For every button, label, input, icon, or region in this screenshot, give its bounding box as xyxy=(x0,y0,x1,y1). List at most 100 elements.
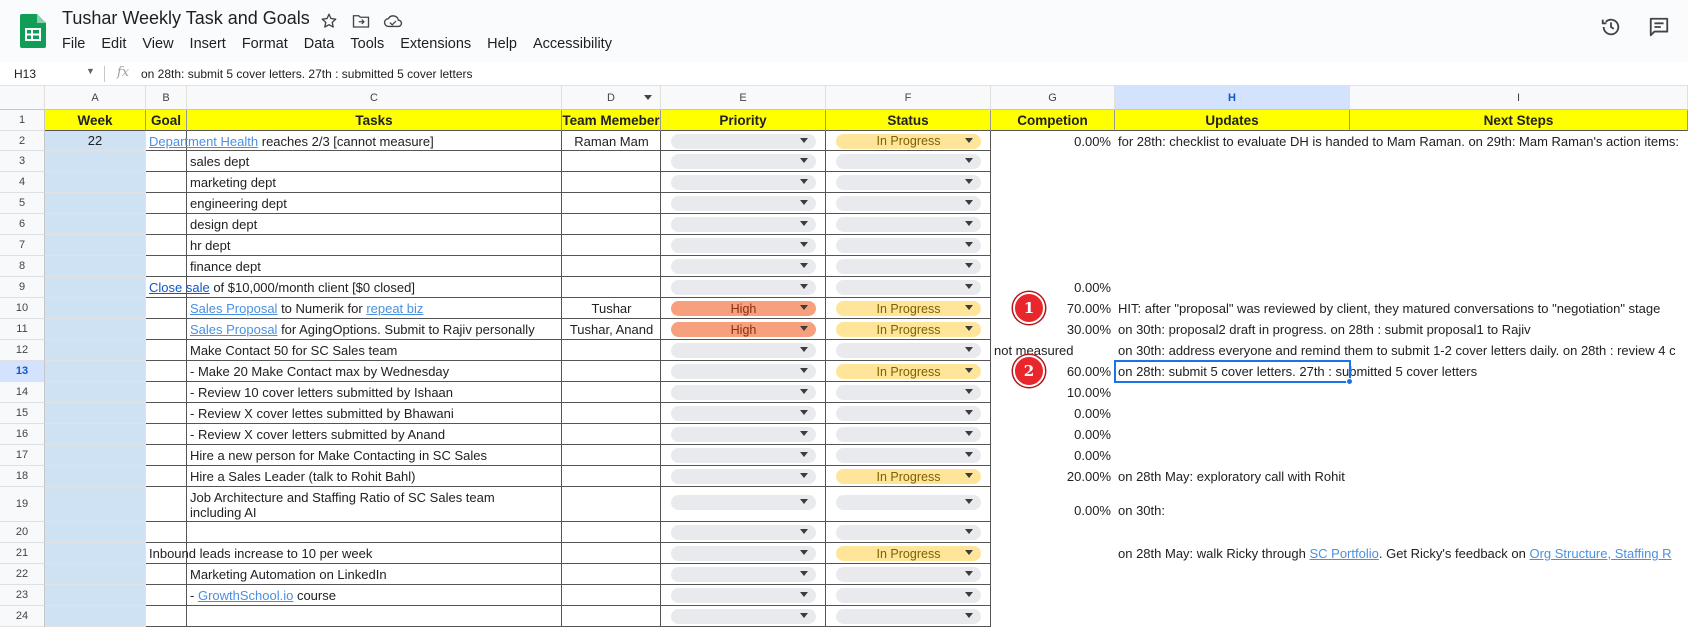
column-header-d[interactable]: D xyxy=(562,86,661,110)
grid-cell[interactable] xyxy=(562,424,661,445)
chevron-down-icon[interactable] xyxy=(965,613,973,618)
row-header-15[interactable]: 15 xyxy=(0,403,45,424)
row-header-17[interactable]: 17 xyxy=(0,445,45,466)
priority-dropdown[interactable] xyxy=(671,259,816,274)
priority-dropdown[interactable] xyxy=(671,567,816,582)
priority-dropdown[interactable] xyxy=(671,217,816,232)
grid-cell[interactable] xyxy=(146,445,187,466)
chevron-down-icon[interactable] xyxy=(800,389,808,394)
completion-cell[interactable]: 60.00% xyxy=(991,361,1115,382)
name-box[interactable]: H13 xyxy=(14,67,36,81)
column-header-e[interactable]: E xyxy=(661,86,826,110)
chevron-down-icon[interactable] xyxy=(800,137,808,143)
chevron-down-icon[interactable] xyxy=(965,326,973,331)
updates-cell[interactable]: on 30th: proposal2 draft in progress. on… xyxy=(1115,319,1688,340)
row-header-6[interactable]: 6 xyxy=(0,214,45,235)
chevron-down-icon[interactable] xyxy=(800,200,808,205)
chevron-down-icon[interactable] xyxy=(965,571,973,576)
grid-cell[interactable] xyxy=(187,606,562,627)
grid-cell[interactable] xyxy=(562,487,661,522)
task-cell[interactable]: design dept xyxy=(187,214,562,235)
sheets-logo-icon[interactable] xyxy=(20,14,46,48)
chevron-down-icon[interactable] xyxy=(965,529,973,534)
priority-dropdown[interactable] xyxy=(671,406,816,421)
chevron-down-icon[interactable] xyxy=(965,592,973,597)
menu-extensions[interactable]: Extensions xyxy=(392,35,479,53)
row-header-20[interactable]: 20 xyxy=(0,522,45,543)
completion-cell[interactable]: 20.00% xyxy=(991,466,1115,487)
row-header-1[interactable]: 1 xyxy=(0,110,45,131)
grid-cell[interactable] xyxy=(562,235,661,256)
grid-cell[interactable] xyxy=(562,151,661,172)
priority-dropdown[interactable] xyxy=(671,427,816,442)
chevron-down-icon[interactable] xyxy=(800,452,808,457)
chevron-down-icon[interactable] xyxy=(965,137,973,143)
task-cell-row11[interactable]: Sales Proposal for AgingOptions. Submit … xyxy=(187,319,538,340)
completion-cell[interactable]: 30.00% xyxy=(991,319,1115,340)
row-header-14[interactable]: 14 xyxy=(0,382,45,403)
grid-cell[interactable] xyxy=(146,466,187,487)
chevron-down-icon[interactable] xyxy=(965,305,973,310)
chevron-down-icon[interactable] xyxy=(800,550,808,555)
status-dropdown[interactable] xyxy=(836,343,981,358)
completion-cell[interactable]: 0.00% xyxy=(991,277,1115,298)
updates-link[interactable]: Org Structure, Staffing R xyxy=(1529,546,1671,561)
updates-cell[interactable]: for 28th: checklist to evaluate DH is ha… xyxy=(1115,131,1688,151)
chevron-down-icon[interactable] xyxy=(800,410,808,415)
row-header-23[interactable]: 23 xyxy=(0,585,45,606)
priority-dropdown[interactable] xyxy=(671,343,816,358)
menu-tools[interactable]: Tools xyxy=(342,35,392,53)
status-dropdown[interactable] xyxy=(836,238,981,253)
updates-cell[interactable]: on 28th May: exploratory call with Rohit xyxy=(1115,466,1688,487)
priority-dropdown[interactable] xyxy=(671,280,816,295)
priority-dropdown[interactable] xyxy=(671,364,816,379)
grid-cell[interactable] xyxy=(562,382,661,403)
completion-cell[interactable]: 0.00% xyxy=(991,445,1115,466)
grid-cell[interactable] xyxy=(146,319,187,340)
completion-cell[interactable]: 0.00% xyxy=(991,131,1115,151)
grid-cell[interactable] xyxy=(146,298,187,319)
task-cell[interactable]: hr dept xyxy=(187,235,562,256)
updates-cell-row21[interactable]: on 28th May: walk Ricky through SC Portf… xyxy=(1115,543,1675,564)
chevron-down-icon[interactable] xyxy=(965,284,973,289)
chevron-down-icon[interactable] xyxy=(965,263,973,268)
column-header-h[interactable]: H xyxy=(1115,86,1350,110)
grid-cell[interactable] xyxy=(146,487,187,522)
history-icon[interactable] xyxy=(1600,16,1622,43)
completion-cell[interactable]: 70.00% xyxy=(991,298,1115,319)
grid-cell[interactable] xyxy=(562,403,661,424)
task-cell-row23[interactable]: - GrowthSchool.io course xyxy=(187,585,339,606)
updates-cell[interactable]: on 30th: address everyone and remind the… xyxy=(1115,340,1688,361)
row-header-21[interactable]: 21 xyxy=(0,543,45,564)
completion-cell[interactable]: 0.00% xyxy=(991,403,1115,424)
task-link[interactable]: Sales Proposal xyxy=(190,301,277,316)
chevron-down-icon[interactable] xyxy=(965,550,973,555)
grid-cell[interactable] xyxy=(146,214,187,235)
updates-link[interactable]: SC Portfolio xyxy=(1309,546,1378,561)
grid-cell[interactable] xyxy=(146,424,187,445)
row-header-8[interactable]: 8 xyxy=(0,256,45,277)
status-dropdown[interactable] xyxy=(836,448,981,463)
chevron-down-icon[interactable] xyxy=(800,305,808,310)
priority-dropdown[interactable] xyxy=(671,196,816,211)
column-header-c[interactable]: C xyxy=(187,86,562,110)
status-dropdown[interactable] xyxy=(836,259,981,274)
status-chip[interactable]: In Progress xyxy=(836,546,981,561)
chevron-down-icon[interactable] xyxy=(965,221,973,226)
chevron-down-icon[interactable] xyxy=(800,179,808,184)
row-header-12[interactable]: 12 xyxy=(0,340,45,361)
chevron-down-icon[interactable] xyxy=(965,389,973,394)
grid-cell[interactable] xyxy=(146,585,187,606)
row-header-4[interactable]: 4 xyxy=(0,172,45,193)
task-cell[interactable]: marketing dept xyxy=(187,172,562,193)
status-dropdown[interactable] xyxy=(836,525,981,540)
updates-cell[interactable]: on 30th: xyxy=(1115,487,1688,522)
grid-cell[interactable] xyxy=(562,277,661,298)
formula-input[interactable]: on 28th: submit 5 cover letters. 27th : … xyxy=(141,67,473,81)
priority-dropdown[interactable] xyxy=(671,495,816,510)
task-link[interactable]: Sales Proposal xyxy=(190,322,277,337)
chevron-down-icon[interactable] xyxy=(965,473,973,478)
completion-cell[interactable]: 0.00% xyxy=(991,487,1115,522)
grid-cell[interactable] xyxy=(562,256,661,277)
team-member-cell[interactable]: Tushar, Anand xyxy=(562,319,661,340)
